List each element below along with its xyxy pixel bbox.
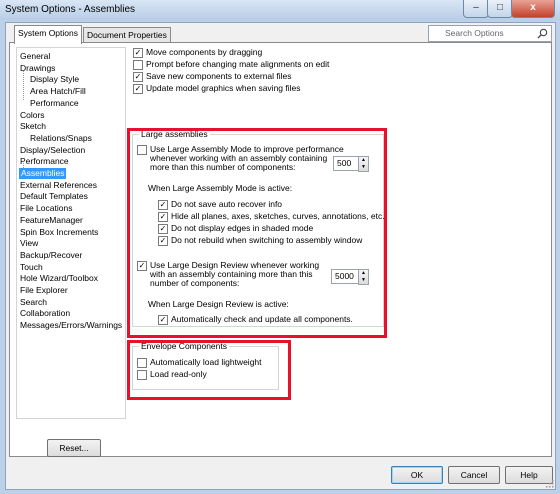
general-option-label: Prompt before changing mate alignments o… bbox=[146, 59, 330, 69]
tree-item[interactable]: Search bbox=[20, 297, 47, 308]
resize-grip-icon[interactable] bbox=[545, 479, 554, 488]
general-option-checkbox[interactable]: ✓ bbox=[133, 48, 143, 58]
annotation-red-box-envelope bbox=[127, 340, 291, 400]
tab-document-properties[interactable]: Document Properties bbox=[83, 27, 171, 43]
ok-button[interactable]: OK bbox=[391, 466, 443, 484]
general-option-label: Update model graphics when saving files bbox=[146, 83, 301, 93]
search-icon[interactable] bbox=[537, 28, 548, 39]
tree-item[interactable]: Collaboration bbox=[20, 308, 70, 319]
tree-item[interactable]: Display/Selection bbox=[20, 145, 85, 156]
tree-item[interactable]: Messages/Errors/Warnings bbox=[20, 320, 122, 331]
options-tree: General Drawings Display Style Area Hatch/F… bbox=[16, 47, 126, 419]
general-option-label: Move components by dragging bbox=[146, 47, 263, 57]
tree-item[interactable]: File Locations bbox=[20, 203, 72, 214]
tree-item[interactable]: Performance bbox=[20, 156, 69, 167]
general-option-checkbox[interactable]: ✓ bbox=[133, 84, 143, 94]
general-option-checkbox[interactable]: ✓ bbox=[133, 72, 143, 82]
tree-item[interactable]: Default Templates bbox=[20, 191, 88, 202]
tree-item[interactable]: Touch bbox=[20, 262, 43, 273]
cancel-button[interactable]: Cancel bbox=[448, 466, 500, 484]
maximize-button[interactable]: □ bbox=[487, 0, 513, 18]
general-option-checkbox[interactable] bbox=[133, 60, 143, 70]
tree-item[interactable]: Performance bbox=[30, 98, 79, 109]
tab-system-options[interactable]: System Options bbox=[14, 25, 82, 44]
tree-item[interactable]: Sketch bbox=[20, 121, 46, 132]
tree-item[interactable]: FeatureManager bbox=[20, 215, 83, 226]
window-title: System Options - Assemblies bbox=[5, 4, 136, 15]
tree-item[interactable]: Relations/Snaps bbox=[30, 133, 92, 144]
tree-item[interactable]: Hole Wizard/Toolbox bbox=[20, 273, 98, 284]
tree-item[interactable]: Area Hatch/Fill bbox=[30, 86, 86, 97]
search-input[interactable]: Search Options bbox=[428, 25, 552, 42]
close-button[interactable]: x bbox=[511, 0, 555, 18]
options-window: System Options - Assemblies – □ x System… bbox=[0, 0, 560, 494]
tree-item[interactable]: Spin Box Increments bbox=[20, 227, 98, 238]
tree-connector bbox=[23, 71, 24, 100]
tree-item[interactable]: Colors bbox=[20, 110, 45, 121]
tree-item[interactable]: Drawings bbox=[20, 63, 55, 74]
dialog-client: System Options Document Properties Searc… bbox=[5, 22, 556, 490]
general-option-label: Save new components to external files bbox=[146, 71, 292, 81]
annotation-red-box-large-assemblies bbox=[127, 128, 387, 338]
minimize-button[interactable]: – bbox=[463, 0, 489, 18]
tree-item[interactable]: General bbox=[20, 51, 50, 62]
options-page: General Drawings Display Style Area Hatch/F… bbox=[9, 42, 552, 457]
tree-item[interactable]: View bbox=[20, 238, 38, 249]
reset-button[interactable]: Reset... bbox=[47, 439, 101, 457]
tree-item[interactable]: Backup/Recover bbox=[20, 250, 82, 261]
search-placeholder: Search Options bbox=[445, 28, 504, 38]
tree-item[interactable]: External References bbox=[20, 180, 97, 191]
tree-item[interactable]: Assemblies bbox=[19, 168, 67, 179]
title-bar: System Options - Assemblies – □ x bbox=[0, 0, 560, 20]
tree-item[interactable]: File Explorer bbox=[20, 285, 68, 296]
tree-item[interactable]: Display Style bbox=[30, 74, 79, 85]
